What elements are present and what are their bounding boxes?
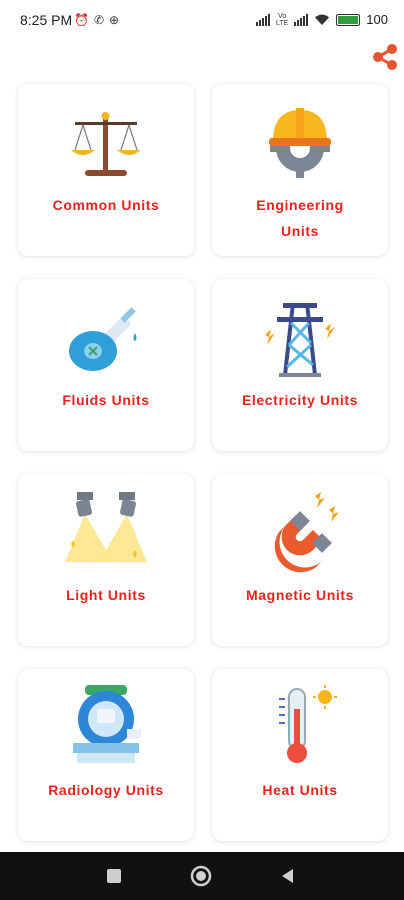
- card-light-units[interactable]: Light Units: [18, 474, 194, 646]
- status-left-icons: ⏰ ✆ ⊕: [74, 13, 119, 27]
- battery-percent: 100: [366, 12, 388, 27]
- scale-icon: [63, 98, 149, 184]
- wifi-icon: [315, 14, 330, 25]
- vpn-icon: ⊕: [109, 13, 120, 27]
- whatsapp-icon: ✆: [93, 13, 105, 27]
- status-time: 8:25 PM: [20, 12, 73, 28]
- card-engineering-units[interactable]: Engineering Units: [212, 84, 388, 256]
- magnet-icon: [257, 488, 343, 574]
- recents-icon: [107, 869, 121, 883]
- engineering-icon: [257, 98, 343, 184]
- alarm-icon: ⏰: [74, 13, 89, 27]
- signal-icon: [255, 13, 270, 26]
- signal-icon: [294, 13, 309, 26]
- card-fluids-units[interactable]: Fluids Units: [18, 279, 194, 451]
- fluid-bulb-icon: [63, 293, 149, 379]
- radiology-machine-icon: [63, 683, 149, 769]
- navigation-bar: [0, 852, 404, 900]
- share-button[interactable]: [368, 40, 402, 74]
- share-icon: [373, 44, 397, 70]
- card-heat-units[interactable]: Heat Units: [212, 669, 388, 841]
- card-label: Electricity Units: [241, 392, 358, 408]
- battery-icon: [336, 13, 361, 26]
- card-common-units[interactable]: Common Units: [18, 84, 194, 256]
- card-label: Magnetic Units: [246, 587, 354, 603]
- card-label: Fluids Units: [62, 392, 150, 408]
- back-icon: [282, 869, 293, 883]
- card-label: Engineering Units: [256, 197, 344, 239]
- home-button[interactable]: [189, 864, 213, 888]
- status-bar: 8:25 PM ⏰ ✆ ⊕ Vo LTE 100: [0, 0, 404, 40]
- spotlight-icon: [63, 488, 149, 574]
- card-label: Heat Units: [262, 782, 338, 798]
- volte-icon: Vo LTE: [275, 12, 289, 27]
- back-button[interactable]: [276, 864, 300, 888]
- card-electricity-units[interactable]: Electricity Units: [212, 279, 388, 451]
- status-right: Vo LTE 100: [255, 12, 388, 27]
- card-label: Light Units: [66, 587, 146, 603]
- transmission-tower-icon: [257, 293, 343, 379]
- card-radiology-units[interactable]: Radiology Units: [18, 669, 194, 841]
- recents-button[interactable]: [102, 864, 126, 888]
- thermometer-icon: [257, 683, 343, 769]
- card-magnetic-units[interactable]: Magnetic Units: [212, 474, 388, 646]
- card-label: Radiology Units: [48, 782, 164, 798]
- card-label: Common Units: [52, 197, 160, 213]
- home-icon: [190, 865, 212, 887]
